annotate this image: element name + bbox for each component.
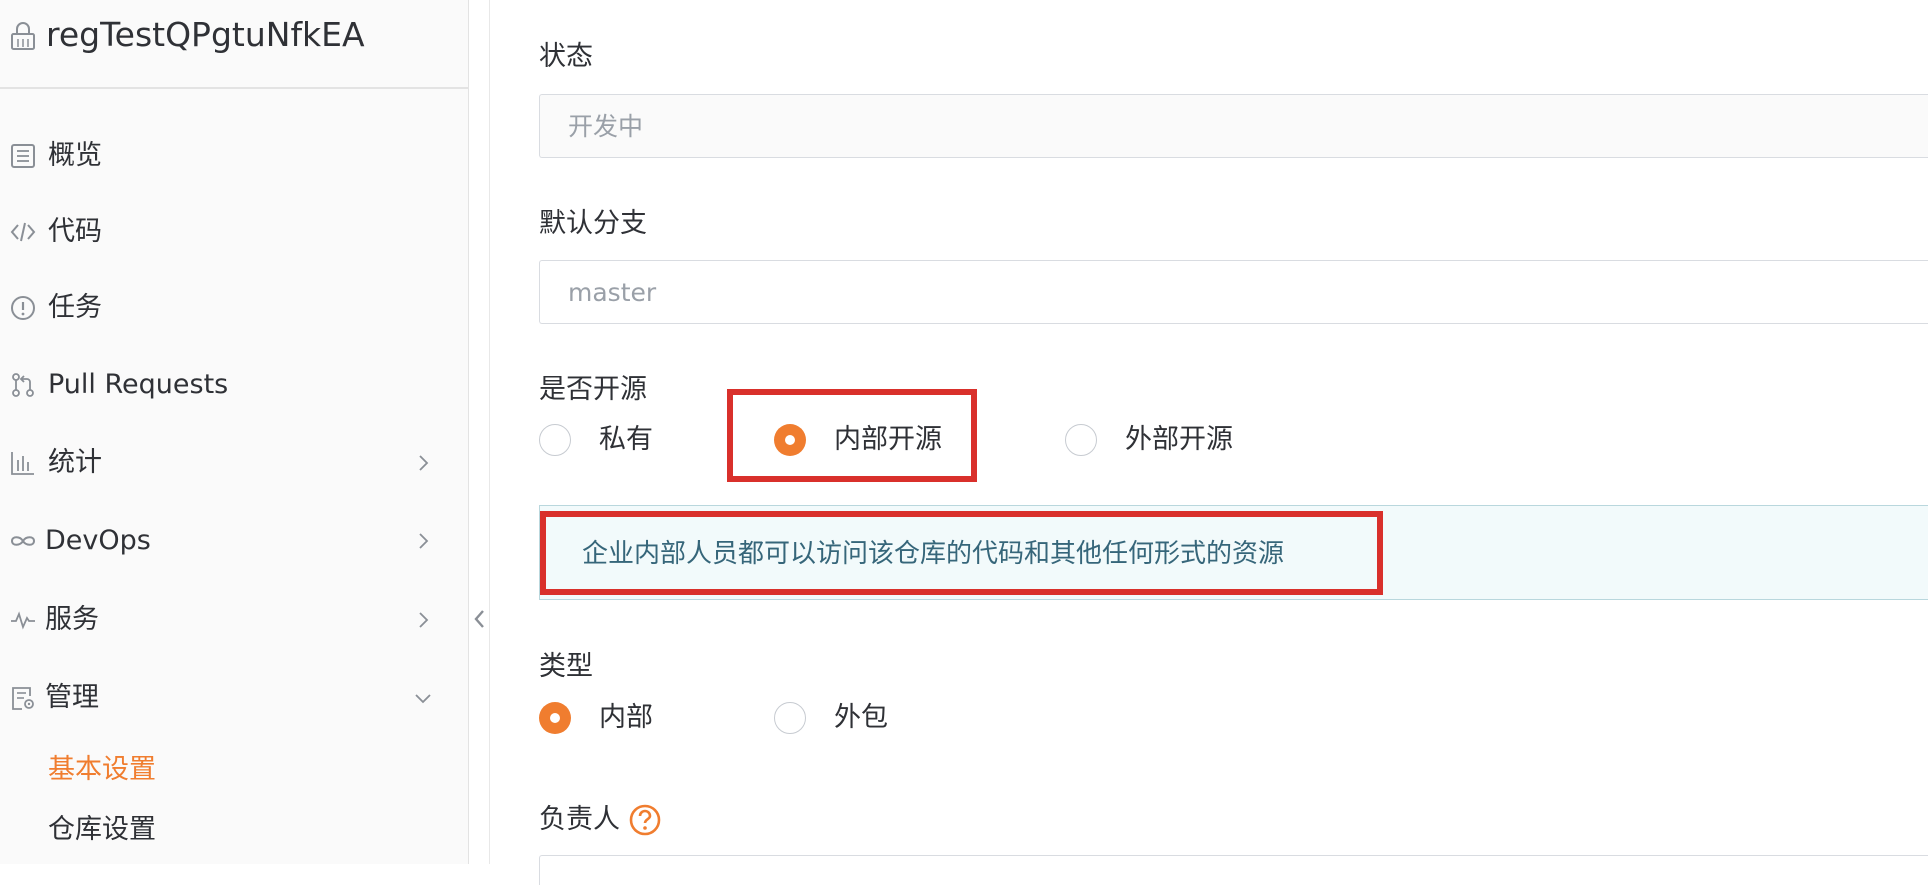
sidebar-item-label: Pull Requests	[48, 369, 229, 400]
radio-external-open-source[interactable]: 外部开源	[1065, 420, 1265, 460]
settings-doc-icon	[12, 687, 34, 710]
default-branch-field[interactable]	[539, 260, 1928, 324]
sidebar-item-issues[interactable]: 任务	[0, 278, 469, 338]
radio-label: 内部开源	[834, 424, 942, 455]
sidebar-item-label: DevOps	[45, 525, 151, 556]
sidebar-item-management[interactable]: 管理	[0, 668, 469, 728]
chevron-down-icon	[415, 694, 431, 704]
radio-circle	[539, 702, 571, 734]
repo-name[interactable]: regTestQPgtuNfkEA	[46, 13, 365, 57]
sidebar-item-label: 管理	[45, 682, 99, 713]
lock-icon	[11, 22, 35, 50]
sidebar-item-devops[interactable]: DevOps	[0, 511, 469, 571]
assignee-label: 负责人	[539, 804, 620, 835]
sidebar-item-label: 服务	[45, 604, 99, 635]
chevron-right-icon	[419, 533, 429, 549]
radio-label: 内部	[599, 702, 653, 733]
info-text: 企业内部人员都可以访问该仓库的代码和其他任何形式的资源	[582, 539, 1285, 569]
collapse-sidebar-icon[interactable]	[469, 605, 489, 633]
radio-internal[interactable]: 内部	[539, 698, 679, 738]
radio-private[interactable]: 私有	[539, 420, 659, 460]
help-icon[interactable]	[628, 803, 662, 837]
radio-circle	[774, 702, 806, 734]
radio-circle	[539, 424, 571, 456]
repo-header: regTestQPgtuNfkEA	[0, 0, 469, 89]
pull-request-icon	[12, 373, 34, 397]
sidebar-item-code[interactable]: 代码	[0, 202, 469, 262]
subitem-repo-settings[interactable]: 仓库设置	[48, 813, 156, 847]
code-icon	[10, 222, 36, 242]
sidebar-item-statistics[interactable]: 统计	[0, 433, 469, 493]
sidebar-item-services[interactable]: 服务	[0, 590, 469, 650]
sidebar-item-label: 统计	[48, 447, 102, 478]
issue-icon	[11, 296, 35, 320]
infinity-icon	[10, 536, 36, 546]
chart-icon	[11, 452, 34, 475]
subitem-basic-settings[interactable]: 基本设置	[48, 753, 156, 787]
sidebar-item-pull-requests[interactable]: Pull Requests	[0, 355, 469, 415]
radio-label: 外部开源	[1125, 424, 1233, 455]
status-field[interactable]	[539, 94, 1928, 158]
sidebar: regTestQPgtuNfkEA 概览 代码 任务 Pull Requests…	[0, 0, 469, 864]
sidebar-item-label: 任务	[48, 292, 102, 323]
radio-internal-open-source[interactable]: 内部开源	[774, 420, 974, 460]
status-label: 状态	[539, 41, 593, 72]
sidebar-item-overview[interactable]: 概览	[0, 126, 469, 186]
assignee-field[interactable]	[539, 855, 1928, 885]
radio-circle	[774, 424, 806, 456]
open-source-label: 是否开源	[539, 374, 647, 405]
chevron-right-icon	[419, 612, 429, 628]
overview-icon	[11, 144, 35, 168]
radio-label: 外包	[834, 702, 888, 733]
type-label: 类型	[539, 651, 593, 682]
settings-form: 状态 默认分支 是否开源 私有 内部开源 外部开源 企业内部人员都可以访问该仓库…	[489, 0, 1928, 885]
pulse-icon	[11, 611, 35, 630]
sidebar-item-label: 概览	[48, 140, 102, 171]
radio-outsourced[interactable]: 外包	[774, 698, 914, 738]
chevron-right-icon	[419, 455, 429, 471]
radio-circle	[1065, 424, 1097, 456]
default-branch-label: 默认分支	[539, 208, 647, 239]
radio-label: 私有	[599, 424, 653, 455]
sidebar-item-label: 代码	[48, 216, 102, 247]
